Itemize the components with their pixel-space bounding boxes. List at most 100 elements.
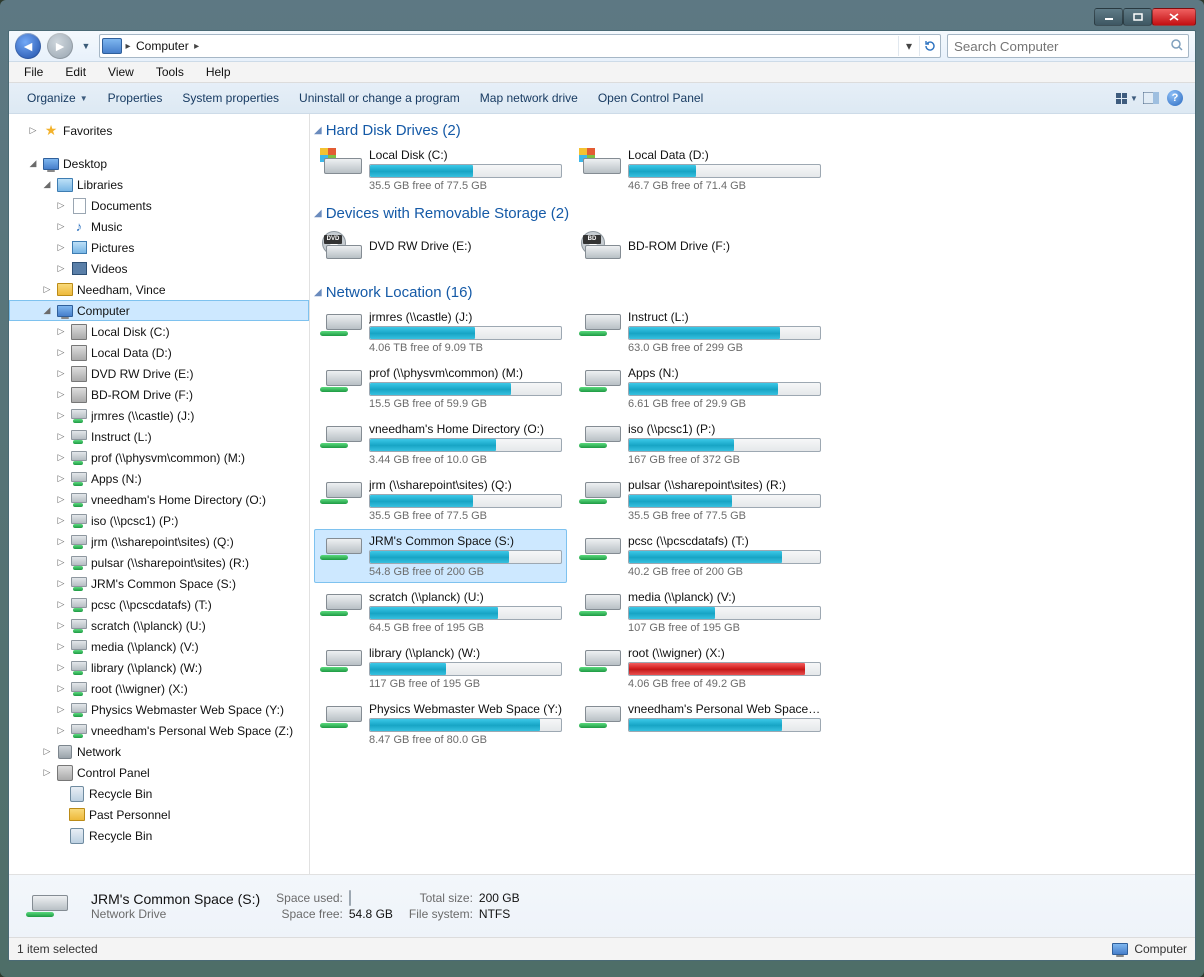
crumb-separator[interactable]: ▸ [191, 41, 203, 52]
group-header-network[interactable]: ◢Network Location (16) [314, 282, 1183, 305]
tree-drive-item[interactable]: ▷Local Disk (C:) [9, 321, 309, 342]
tree-drive-item[interactable]: ▷DVD RW Drive (E:) [9, 363, 309, 384]
tree-drive-item[interactable]: ▷pulsar (\\sharepoint\sites) (R:) [9, 552, 309, 573]
hard-drive-icon [578, 148, 622, 188]
minimize-button[interactable] [1094, 8, 1123, 26]
maximize-button[interactable] [1123, 8, 1152, 26]
drive-item[interactable]: iso (\\pcsc1) (P:)167 GB free of 372 GB [573, 417, 826, 471]
history-dropdown[interactable]: ▼ [79, 35, 93, 57]
tree-drive-item[interactable]: ▷root (\\wigner) (X:) [9, 678, 309, 699]
menu-help[interactable]: Help [197, 63, 240, 81]
search-input[interactable] [952, 38, 1170, 55]
tree-drive-item[interactable]: ▷jrm (\\sharepoint\sites) (Q:) [9, 531, 309, 552]
menu-tools[interactable]: Tools [147, 63, 193, 81]
crumb-computer[interactable]: Computer [134, 39, 191, 53]
address-dropdown[interactable]: ▾ [898, 36, 919, 56]
menu-file[interactable]: File [15, 63, 52, 81]
tree-recycle-bin[interactable]: Recycle Bin [9, 783, 309, 804]
network-drive-icon [71, 640, 87, 654]
uninstall-button[interactable]: Uninstall or change a program [289, 87, 470, 109]
drive-item[interactable]: vneedham's Home Directory (O:)3.44 GB fr… [314, 417, 567, 471]
drive-item[interactable]: BD BD-ROM Drive (F:) [573, 226, 826, 276]
drive-item[interactable]: Instruct (L:)63.0 GB free of 299 GB [573, 305, 826, 359]
drive-item[interactable]: root (\\wigner) (X:)4.06 GB free of 49.2… [573, 641, 826, 695]
search-box[interactable] [947, 34, 1189, 58]
content-pane[interactable]: ◢Hard Disk Drives (2) Local Disk (C:)35.… [310, 114, 1195, 874]
drive-item[interactable]: JRM's Common Space (S:)54.8 GB free of 2… [314, 529, 567, 583]
properties-button[interactable]: Properties [98, 87, 173, 109]
drive-item[interactable]: Local Disk (C:)35.5 GB free of 77.5 GB [314, 143, 567, 197]
details-pane: JRM's Common Space (S:) Network Drive Sp… [9, 874, 1195, 937]
drive-item[interactable]: Apps (N:)6.61 GB free of 29.9 GB [573, 361, 826, 415]
network-drive-icon [71, 598, 87, 612]
tree-user[interactable]: ▷Needham, Vince [9, 279, 309, 300]
computer-icon [57, 305, 73, 317]
map-drive-button[interactable]: Map network drive [470, 87, 588, 109]
tree-desktop[interactable]: ◢Desktop [9, 153, 309, 174]
details-total-value: 200 GB [479, 891, 520, 905]
view-chooser[interactable]: ▼ [1115, 93, 1139, 104]
tree-libraries[interactable]: ◢Libraries [9, 174, 309, 195]
drive-item[interactable]: vneedham's Personal Web Space (Z:) [573, 697, 826, 751]
help-button[interactable]: ? [1163, 90, 1187, 106]
tree-music[interactable]: ▷Music [9, 216, 309, 237]
group-header-removable[interactable]: ◢Devices with Removable Storage (2) [314, 203, 1183, 226]
drive-item[interactable]: pulsar (\\sharepoint\sites) (R:)35.5 GB … [573, 473, 826, 527]
drive-item[interactable]: jrm (\\sharepoint\sites) (Q:)35.5 GB fre… [314, 473, 567, 527]
tree-favorites[interactable]: ▷Favorites [9, 120, 309, 141]
close-button[interactable] [1152, 8, 1196, 26]
tree-recycle-bin[interactable]: Recycle Bin [9, 825, 309, 846]
tree-documents[interactable]: ▷Documents [9, 195, 309, 216]
tree-drive-item[interactable]: ▷Apps (N:) [9, 468, 309, 489]
menu-edit[interactable]: Edit [56, 63, 95, 81]
tree-drive-item[interactable]: ▷Local Data (D:) [9, 342, 309, 363]
crumb-separator[interactable]: ▸ [122, 41, 134, 52]
tree-drive-item[interactable]: ▷iso (\\pcsc1) (P:) [9, 510, 309, 531]
organize-button[interactable]: Organize▼ [17, 87, 98, 109]
drive-item[interactable]: media (\\planck) (V:)107 GB free of 195 … [573, 585, 826, 639]
tree-drive-item[interactable]: ▷pcsc (\\pcscdatafs) (T:) [9, 594, 309, 615]
tree-past-personnel[interactable]: Past Personnel [9, 804, 309, 825]
drive-item[interactable]: Local Data (D:)46.7 GB free of 71.4 GB [573, 143, 826, 197]
tree-drive-item[interactable]: ▷library (\\planck) (W:) [9, 657, 309, 678]
drive-item[interactable]: prof (\\physvm\common) (M:)15.5 GB free … [314, 361, 567, 415]
network-drive-icon [71, 682, 87, 696]
tree-pictures[interactable]: ▷Pictures [9, 237, 309, 258]
tree-network[interactable]: ▷Network [9, 741, 309, 762]
network-drive-icon [71, 451, 87, 465]
forward-button[interactable]: ► [47, 33, 73, 59]
tree-drive-item[interactable]: ▷JRM's Common Space (S:) [9, 573, 309, 594]
back-button[interactable]: ◄ [15, 33, 41, 59]
address-bar[interactable]: ▸ Computer ▸ ▾ [99, 34, 941, 58]
network-drive-icon [578, 310, 622, 350]
group-network: ◢Network Location (16) jrmres (\\castle)… [314, 282, 1183, 751]
tree-computer[interactable]: ◢Computer [9, 300, 309, 321]
group-header-hdd[interactable]: ◢Hard Disk Drives (2) [314, 120, 1183, 143]
drive-item[interactable]: jrmres (\\castle) (J:)4.06 TB free of 9.… [314, 305, 567, 359]
tree-drive-item[interactable]: ▷vneedham's Home Directory (O:) [9, 489, 309, 510]
drive-item[interactable]: library (\\planck) (W:)117 GB free of 19… [314, 641, 567, 695]
tree-drive-item[interactable]: ▷vneedham's Personal Web Space (Z:) [9, 720, 309, 741]
tree-drive-item[interactable]: ▷Physics Webmaster Web Space (Y:) [9, 699, 309, 720]
drive-item[interactable]: scratch (\\planck) (U:)64.5 GB free of 1… [314, 585, 567, 639]
drive-item[interactable]: DVD DVD RW Drive (E:) [314, 226, 567, 276]
tree-drive-item[interactable]: ▷BD-ROM Drive (F:) [9, 384, 309, 405]
network-drive-icon [578, 422, 622, 462]
tree-drive-item[interactable]: ▷media (\\planck) (V:) [9, 636, 309, 657]
drive-item[interactable]: pcsc (\\pcscdatafs) (T:)40.2 GB free of … [573, 529, 826, 583]
tree-videos[interactable]: ▷Videos [9, 258, 309, 279]
refresh-button[interactable] [919, 36, 940, 56]
tree-control-panel[interactable]: ▷Control Panel [9, 762, 309, 783]
network-drive-icon [71, 514, 87, 528]
tree-drive-item[interactable]: ▷prof (\\physvm\common) (M:) [9, 447, 309, 468]
menu-view[interactable]: View [99, 63, 143, 81]
drive-item[interactable]: Physics Webmaster Web Space (Y:)8.47 GB … [314, 697, 567, 751]
navigation-tree[interactable]: ▷Favorites ◢Desktop ◢Libraries ▷Document… [9, 114, 310, 874]
open-control-panel-button[interactable]: Open Control Panel [588, 87, 713, 109]
tree-drive-item[interactable]: ▷jrmres (\\castle) (J:) [9, 405, 309, 426]
tree-drive-item[interactable]: ▷Instruct (L:) [9, 426, 309, 447]
tree-drive-item[interactable]: ▷scratch (\\planck) (U:) [9, 615, 309, 636]
preview-pane-toggle[interactable] [1139, 92, 1163, 104]
system-properties-button[interactable]: System properties [172, 87, 289, 109]
network-drive-icon [578, 702, 622, 742]
